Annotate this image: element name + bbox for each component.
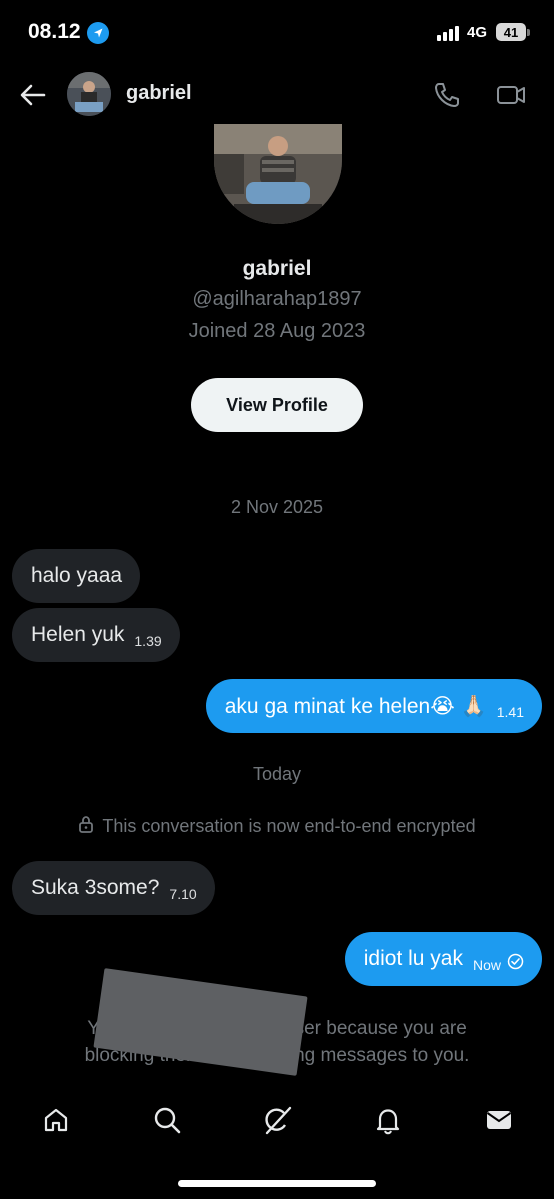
battery-tip bbox=[527, 29, 530, 36]
profile-joined-date: Joined 28 Aug 2023 bbox=[188, 320, 366, 342]
profile-handle: @agilharahap1897 bbox=[192, 288, 362, 310]
message-time: 1.39 bbox=[134, 633, 162, 649]
message-text: aku ga minat ke helen😭 🙏🏻 bbox=[224, 694, 487, 718]
profile-avatar[interactable] bbox=[214, 124, 342, 224]
message-time: Now bbox=[472, 957, 501, 973]
date-separator-today: Today bbox=[252, 764, 302, 784]
message-bubble-incoming[interactable]: Suka 3some? 7.10 bbox=[12, 861, 215, 915]
location-arrow-icon bbox=[87, 22, 109, 44]
message-text: halo yaaa bbox=[31, 564, 123, 587]
message-time: 7.10 bbox=[169, 886, 197, 902]
blocked-notice-line2-right: ing messages to you. bbox=[289, 1045, 470, 1066]
header-avatar[interactable] bbox=[67, 72, 111, 116]
messages-icon[interactable] bbox=[479, 1100, 519, 1140]
blocked-notice-line1-right: user because you are bbox=[284, 1018, 467, 1039]
message-text: Suka 3some? bbox=[31, 876, 160, 899]
home-icon[interactable] bbox=[36, 1100, 76, 1140]
message-text: Helen yuk bbox=[31, 623, 125, 646]
message-bubble-incoming[interactable]: halo yaaa bbox=[12, 549, 141, 603]
battery-icon: 41 bbox=[496, 23, 526, 41]
phone-icon[interactable] bbox=[432, 80, 462, 110]
lock-icon bbox=[78, 815, 94, 838]
back-arrow-icon[interactable] bbox=[18, 80, 48, 110]
message-bubble-outgoing[interactable]: idiot lu yak Now bbox=[344, 932, 542, 986]
encryption-notice: This conversation is now end-to-end encr… bbox=[0, 815, 554, 838]
grok-icon[interactable] bbox=[257, 1100, 297, 1140]
view-profile-button[interactable]: View Profile bbox=[191, 378, 363, 432]
message-text: idiot lu yak bbox=[363, 947, 463, 970]
encryption-notice-text: This conversation is now end-to-end encr… bbox=[102, 816, 476, 836]
video-call-icon[interactable] bbox=[495, 80, 527, 110]
header-name[interactable]: gabriel bbox=[126, 82, 192, 105]
notifications-icon[interactable] bbox=[368, 1100, 408, 1140]
signal-icon bbox=[437, 26, 459, 41]
status-time: 08.12 bbox=[28, 20, 81, 43]
message-time: 1.41 bbox=[496, 704, 524, 720]
home-indicator bbox=[178, 1180, 376, 1187]
message-bubble-outgoing[interactable]: aku ga minat ke helen😭 🙏🏻 1.41 bbox=[205, 679, 542, 733]
date-separator: 2 Nov 2025 bbox=[230, 497, 324, 517]
sent-check-icon bbox=[507, 952, 524, 976]
search-icon[interactable] bbox=[147, 1100, 187, 1140]
network-type: 4G bbox=[467, 24, 488, 41]
message-bubble-incoming[interactable]: Helen yuk 1.39 bbox=[12, 608, 180, 662]
profile-name: gabriel bbox=[242, 257, 312, 280]
